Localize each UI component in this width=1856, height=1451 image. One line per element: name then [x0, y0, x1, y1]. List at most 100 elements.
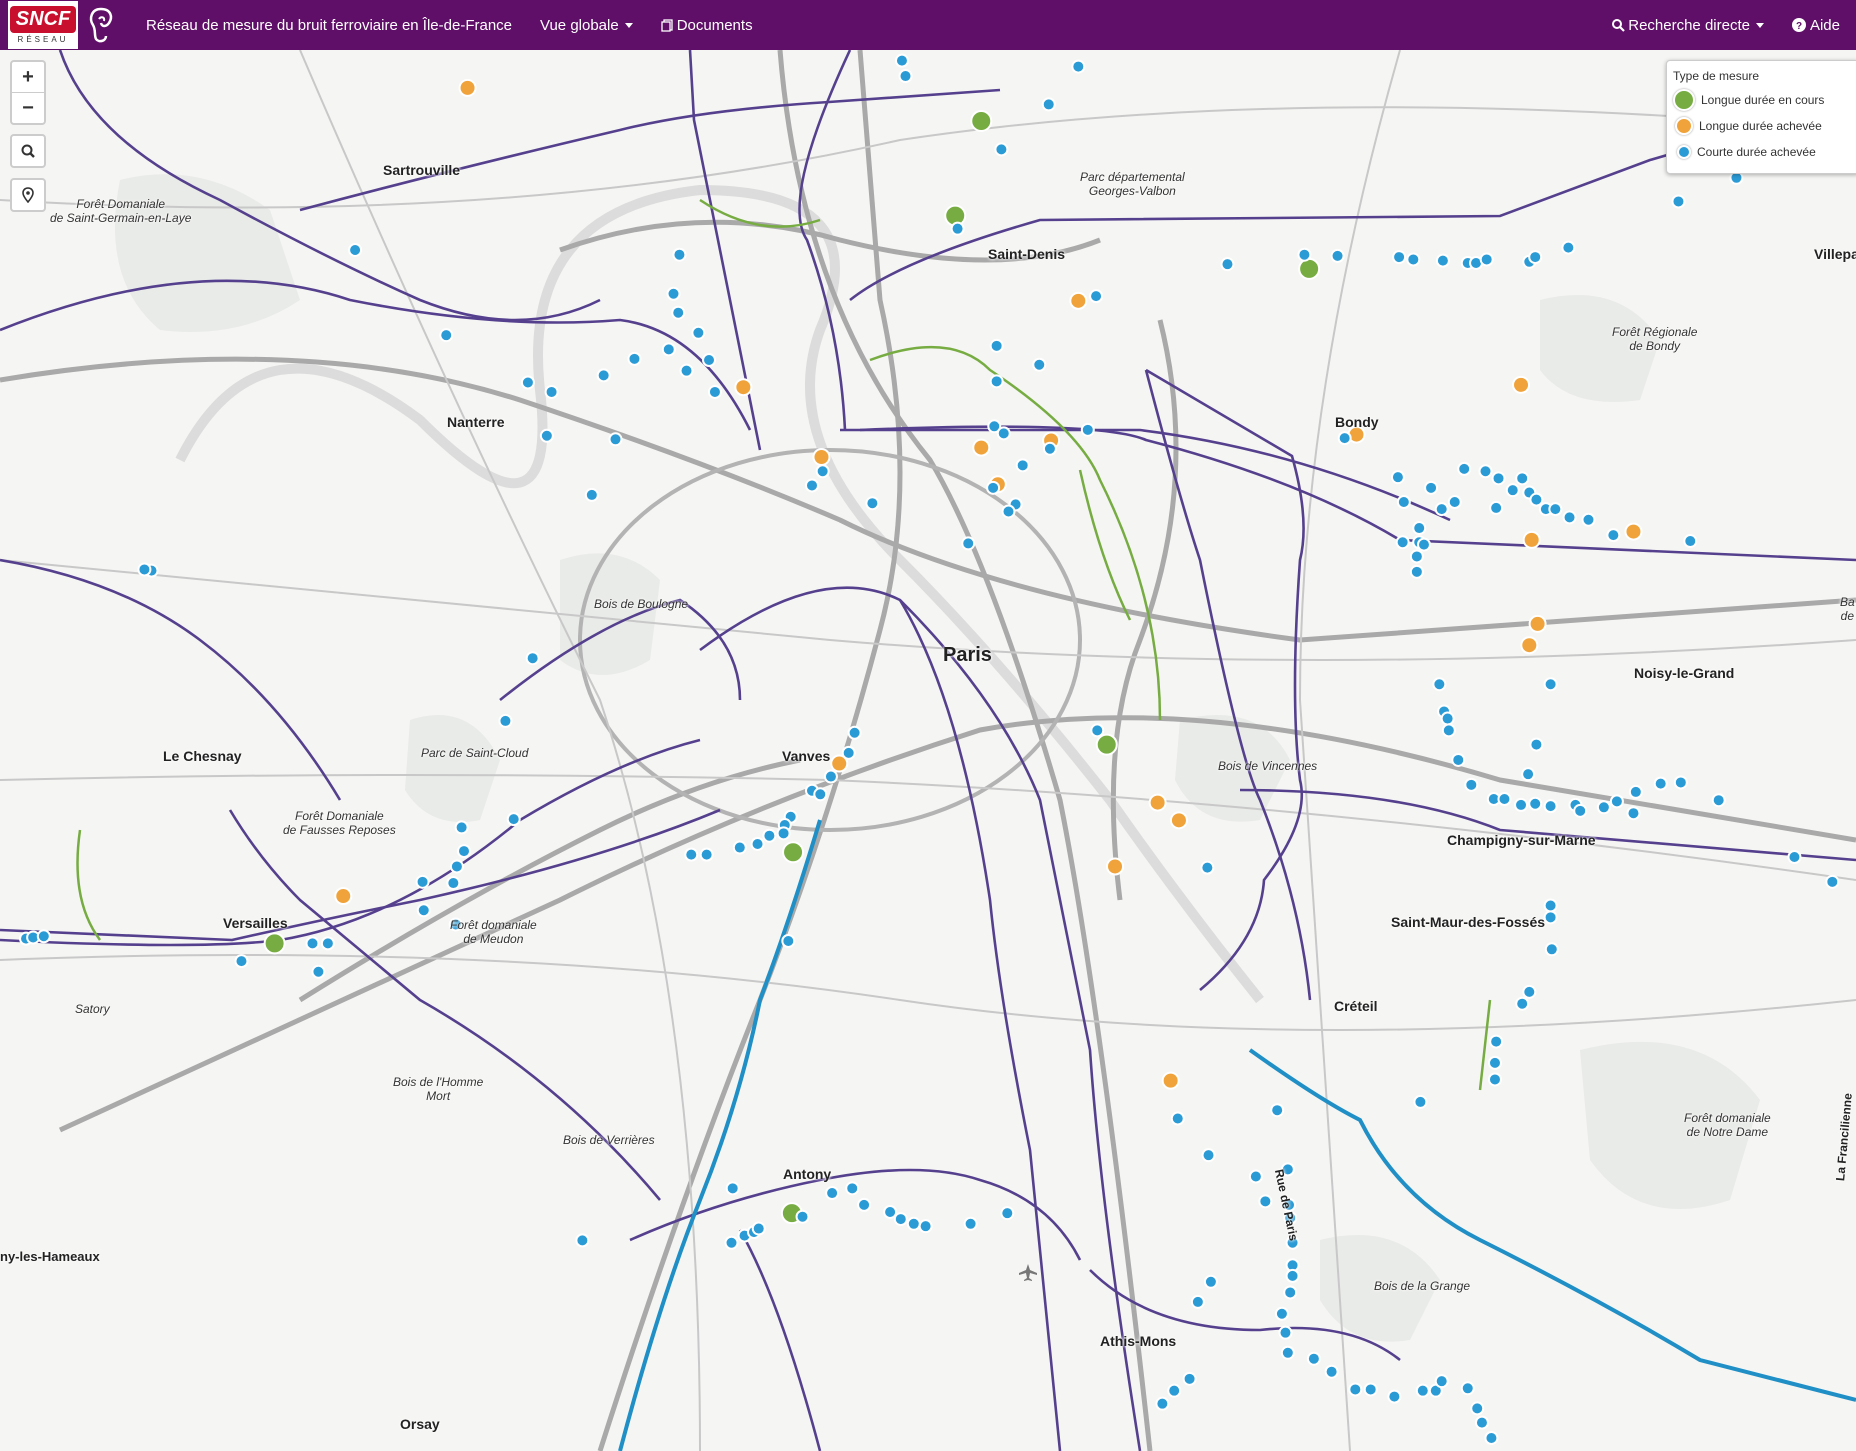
- blue-measurement-marker[interactable]: [449, 859, 464, 874]
- blue-measurement-marker[interactable]: [1190, 1294, 1205, 1309]
- blue-measurement-marker[interactable]: [348, 242, 363, 257]
- blue-measurement-marker[interactable]: [1487, 1055, 1502, 1070]
- blue-measurement-marker[interactable]: [1032, 357, 1047, 372]
- blue-measurement-marker[interactable]: [1514, 797, 1529, 812]
- blue-measurement-marker[interactable]: [1529, 737, 1544, 752]
- blue-measurement-marker[interactable]: [1415, 1383, 1430, 1398]
- blue-measurement-marker[interactable]: [1653, 776, 1668, 791]
- blue-measurement-marker[interactable]: [1683, 534, 1698, 549]
- orange-measurement-marker[interactable]: [1520, 636, 1539, 655]
- blue-measurement-marker[interactable]: [918, 1219, 933, 1234]
- blue-measurement-marker[interactable]: [1434, 1374, 1449, 1389]
- blue-measurement-marker[interactable]: [750, 836, 765, 851]
- blue-measurement-marker[interactable]: [1479, 252, 1494, 267]
- blue-measurement-marker[interactable]: [1409, 549, 1424, 564]
- blue-measurement-marker[interactable]: [1464, 777, 1479, 792]
- blue-measurement-marker[interactable]: [137, 562, 152, 577]
- blue-measurement-marker[interactable]: [841, 745, 856, 760]
- blue-measurement-marker[interactable]: [1200, 860, 1215, 875]
- blue-measurement-marker[interactable]: [1543, 677, 1558, 692]
- blue-measurement-marker[interactable]: [520, 375, 535, 390]
- blue-measurement-marker[interactable]: [989, 338, 1004, 353]
- blue-measurement-marker[interactable]: [454, 820, 469, 835]
- blue-measurement-marker[interactable]: [1324, 1364, 1339, 1379]
- blue-measurement-marker[interactable]: [815, 464, 830, 479]
- blue-measurement-marker[interactable]: [1487, 1072, 1502, 1087]
- blue-measurement-marker[interactable]: [1089, 289, 1104, 304]
- blue-measurement-marker[interactable]: [1258, 1194, 1273, 1209]
- blue-measurement-marker[interactable]: [1396, 495, 1411, 510]
- blue-measurement-marker[interactable]: [1470, 1401, 1485, 1416]
- blue-measurement-marker[interactable]: [1529, 492, 1544, 507]
- orange-measurement-marker[interactable]: [1148, 793, 1167, 812]
- orange-measurement-marker[interactable]: [1169, 811, 1188, 830]
- blue-measurement-marker[interactable]: [1337, 431, 1352, 446]
- green-measurement-marker[interactable]: [263, 932, 286, 955]
- blue-measurement-marker[interactable]: [671, 305, 686, 320]
- sncf-reseau-logo[interactable]: SNCF RÉSEAU: [8, 1, 78, 49]
- blue-measurement-marker[interactable]: [762, 828, 777, 843]
- blue-measurement-marker[interactable]: [1543, 910, 1558, 925]
- blue-measurement-marker[interactable]: [989, 374, 1004, 389]
- blue-measurement-marker[interactable]: [961, 536, 976, 551]
- blue-measurement-marker[interactable]: [1491, 471, 1506, 486]
- legend-item-longue-achevee[interactable]: Longue durée achevée: [1673, 113, 1853, 139]
- zoom-out-button[interactable]: −: [12, 92, 44, 123]
- blue-measurement-marker[interactable]: [1489, 500, 1504, 515]
- blue-measurement-marker[interactable]: [1435, 253, 1450, 268]
- blue-measurement-marker[interactable]: [1278, 1325, 1293, 1340]
- blue-measurement-marker[interactable]: [845, 1181, 860, 1196]
- blue-measurement-marker[interactable]: [1280, 1345, 1295, 1360]
- blue-measurement-marker[interactable]: [1673, 775, 1688, 790]
- blue-measurement-marker[interactable]: [776, 826, 791, 841]
- blue-measurement-marker[interactable]: [1167, 1383, 1182, 1398]
- blue-measurement-marker[interactable]: [234, 954, 249, 969]
- blue-measurement-marker[interactable]: [894, 53, 909, 68]
- blue-measurement-marker[interactable]: [1170, 1111, 1185, 1126]
- blue-measurement-marker[interactable]: [1543, 799, 1558, 814]
- blue-measurement-marker[interactable]: [439, 328, 454, 343]
- orange-measurement-marker[interactable]: [1522, 530, 1541, 549]
- blue-measurement-marker[interactable]: [1484, 1430, 1499, 1445]
- blue-measurement-marker[interactable]: [1090, 723, 1105, 738]
- blue-measurement-marker[interactable]: [672, 247, 687, 262]
- blue-measurement-marker[interactable]: [1451, 752, 1466, 767]
- blue-measurement-marker[interactable]: [661, 342, 676, 357]
- blue-measurement-marker[interactable]: [1406, 252, 1421, 267]
- blue-measurement-marker[interactable]: [1478, 464, 1493, 479]
- blue-measurement-marker[interactable]: [1182, 1371, 1197, 1386]
- blue-measurement-marker[interactable]: [666, 286, 681, 301]
- orange-measurement-marker[interactable]: [972, 438, 991, 457]
- blue-measurement-marker[interactable]: [699, 847, 714, 862]
- blue-measurement-marker[interactable]: [707, 384, 722, 399]
- blue-measurement-marker[interactable]: [1285, 1268, 1300, 1283]
- locate-button[interactable]: [10, 178, 46, 212]
- blue-measurement-marker[interactable]: [525, 651, 540, 666]
- orange-measurement-marker[interactable]: [1528, 614, 1547, 633]
- blue-measurement-marker[interactable]: [1432, 677, 1447, 692]
- orange-measurement-marker[interactable]: [1624, 522, 1643, 541]
- blue-measurement-marker[interactable]: [1071, 59, 1086, 74]
- blue-measurement-marker[interactable]: [1042, 441, 1057, 456]
- blue-measurement-marker[interactable]: [1363, 1382, 1378, 1397]
- blue-measurement-marker[interactable]: [1306, 1351, 1321, 1366]
- blue-measurement-marker[interactable]: [416, 903, 431, 918]
- blue-measurement-marker[interactable]: [684, 847, 699, 862]
- blue-measurement-marker[interactable]: [1489, 1034, 1504, 1049]
- blue-measurement-marker[interactable]: [1041, 97, 1056, 112]
- blue-measurement-marker[interactable]: [1497, 792, 1512, 807]
- blue-measurement-marker[interactable]: [1248, 1169, 1263, 1184]
- aide-link[interactable]: ? Aide: [1791, 17, 1840, 34]
- blue-measurement-marker[interactable]: [1080, 422, 1095, 437]
- blue-measurement-marker[interactable]: [950, 221, 965, 236]
- search-map-button[interactable]: [10, 134, 46, 168]
- blue-measurement-marker[interactable]: [1297, 247, 1312, 262]
- blue-measurement-marker[interactable]: [1409, 564, 1424, 579]
- blue-measurement-marker[interactable]: [1671, 194, 1686, 209]
- blue-measurement-marker[interactable]: [883, 1204, 898, 1219]
- blue-measurement-marker[interactable]: [1270, 1103, 1285, 1118]
- blue-measurement-marker[interactable]: [732, 840, 747, 855]
- orange-measurement-marker[interactable]: [1161, 1071, 1180, 1090]
- blue-measurement-marker[interactable]: [1505, 483, 1520, 498]
- blue-measurement-marker[interactable]: [1457, 461, 1472, 476]
